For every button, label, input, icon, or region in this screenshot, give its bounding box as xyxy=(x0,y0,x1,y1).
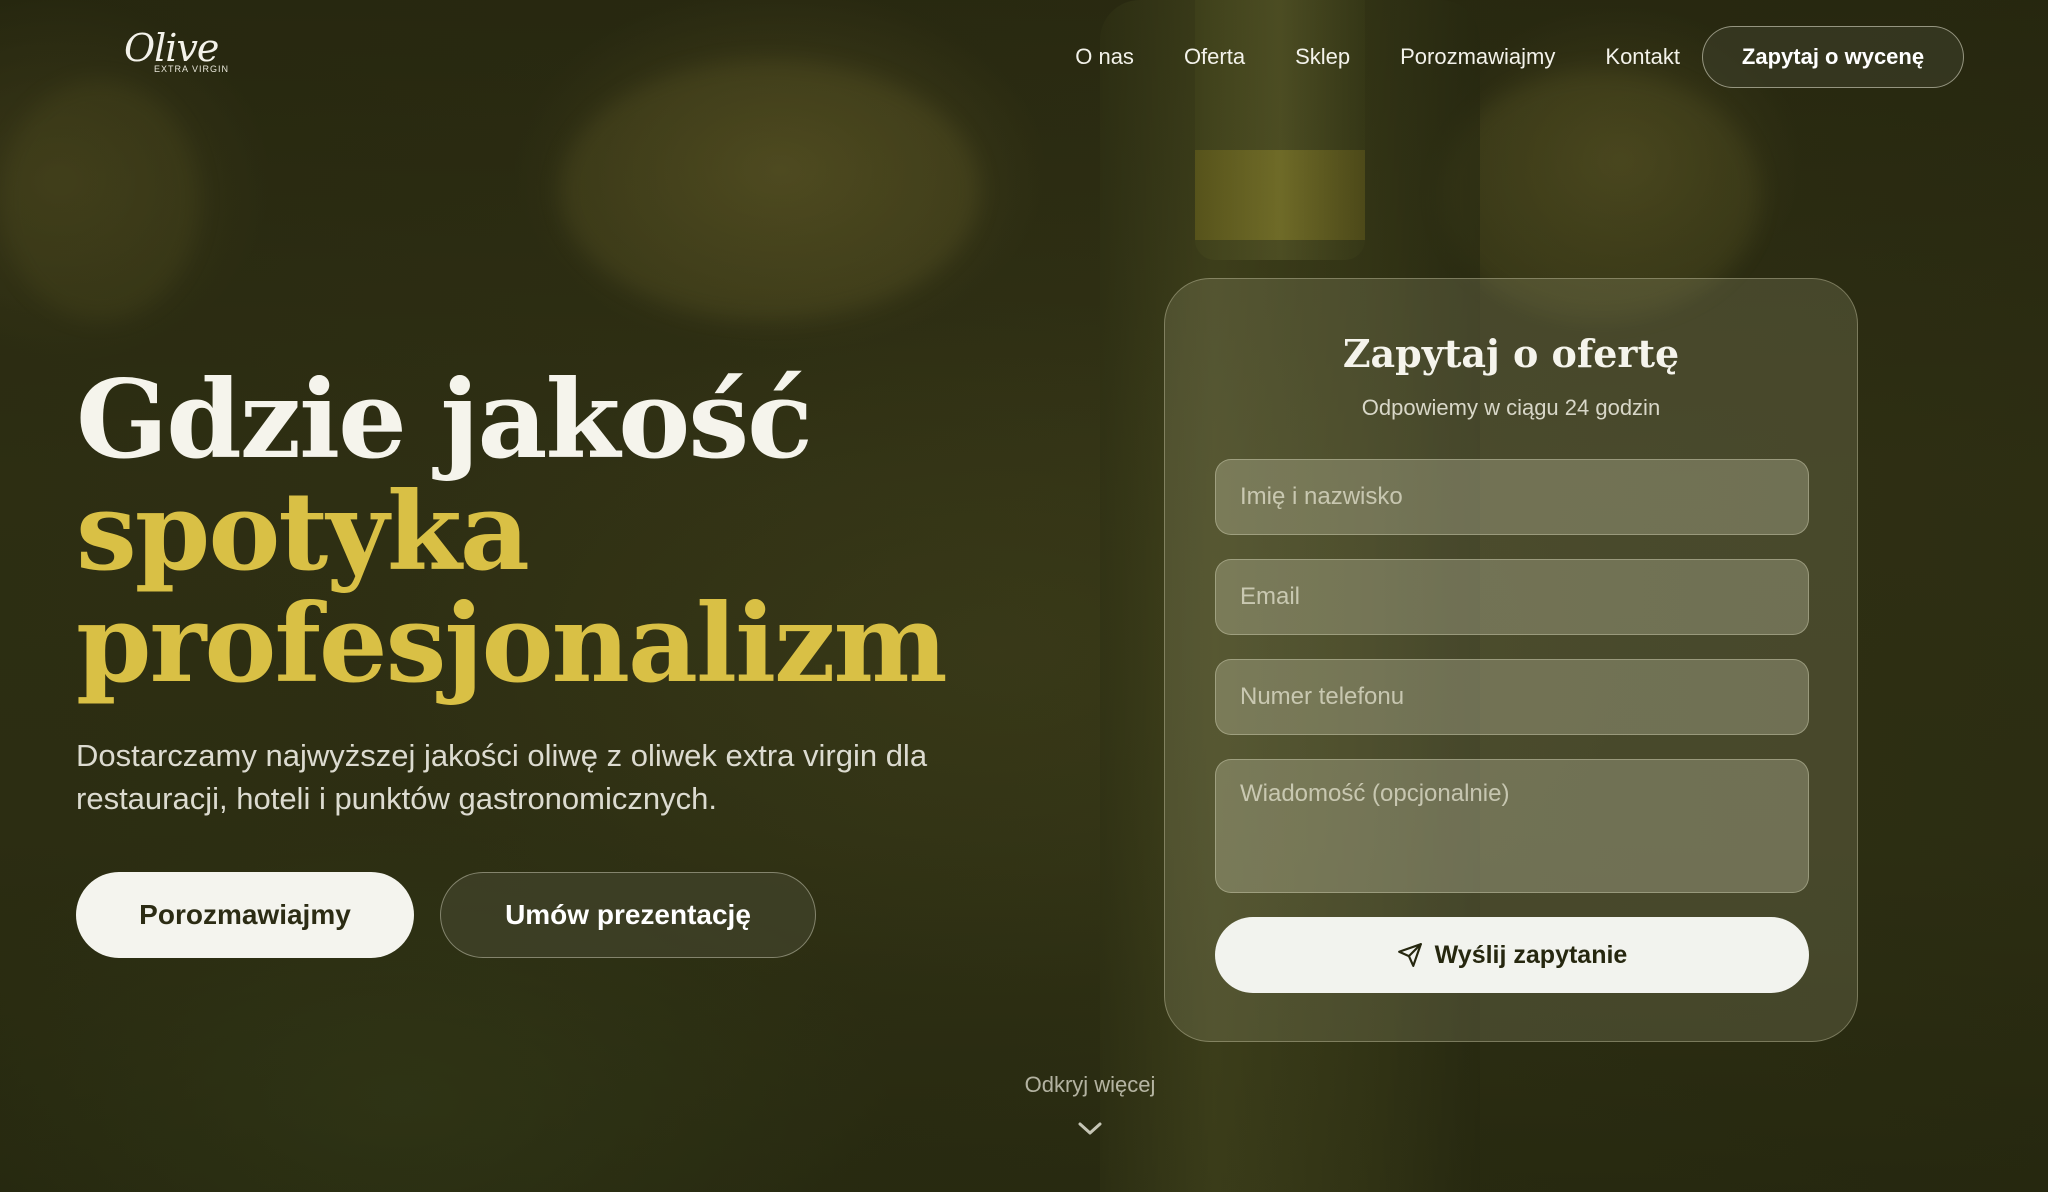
nav-links: O nas Oferta Sklep Porozmawiajmy Kontakt xyxy=(1075,44,1680,70)
nav-link-o-nas[interactable]: O nas xyxy=(1075,44,1134,70)
lets-talk-button[interactable]: Porozmawiajmy xyxy=(76,872,414,958)
hero-title-line-1: Gdzie jakość xyxy=(76,357,813,483)
nav-link-porozmawiajmy[interactable]: Porozmawiajmy xyxy=(1400,44,1555,70)
message-field[interactable] xyxy=(1215,759,1809,893)
nav-link-oferta[interactable]: Oferta xyxy=(1184,44,1245,70)
phone-field[interactable] xyxy=(1215,659,1809,735)
form-title: Zapytaj o ofertę xyxy=(1342,331,1680,376)
send-icon xyxy=(1397,943,1422,967)
discover-more-label: Odkryj więcej xyxy=(1024,1072,1156,1097)
email-field[interactable] xyxy=(1215,559,1809,635)
send-inquiry-button[interactable]: Wyślij zapytanie xyxy=(1215,917,1809,993)
hero-title: Gdzie jakość spotyka profesjonalizm xyxy=(76,357,948,707)
hero-subtitle: Dostarczamy najwyższej jakości oliwę z o… xyxy=(76,738,928,816)
hero-title-line-3: profesjonalizm xyxy=(76,581,948,707)
form-subtitle: Odpowiemy w ciągu 24 godzin xyxy=(1361,395,1661,420)
hero-title-line-2: spotyka xyxy=(76,469,530,595)
send-inquiry-label: Wyślij zapytanie xyxy=(1434,940,1628,969)
top-navigation: Olive EXTRA VIRGIN O nas Oferta Sklep Po… xyxy=(0,0,2048,116)
quote-request-button[interactable]: Zapytaj o wycenę xyxy=(1702,26,1964,88)
name-field[interactable] xyxy=(1215,459,1809,535)
discover-more[interactable]: Odkryj więcej xyxy=(990,1072,1190,1138)
offer-request-form: Zapytaj o ofertę Odpowiemy w ciągu 24 go… xyxy=(1164,278,1858,1042)
logo-tagline: EXTRA VIRGIN xyxy=(154,64,230,74)
nav-link-sklep[interactable]: Sklep xyxy=(1295,44,1350,70)
brand-logo[interactable]: Olive EXTRA VIRGIN xyxy=(124,26,234,90)
chevron-down-icon xyxy=(1078,1122,1102,1135)
book-presentation-button[interactable]: Umów prezentację xyxy=(440,872,816,958)
nav-link-kontakt[interactable]: Kontakt xyxy=(1605,44,1680,70)
